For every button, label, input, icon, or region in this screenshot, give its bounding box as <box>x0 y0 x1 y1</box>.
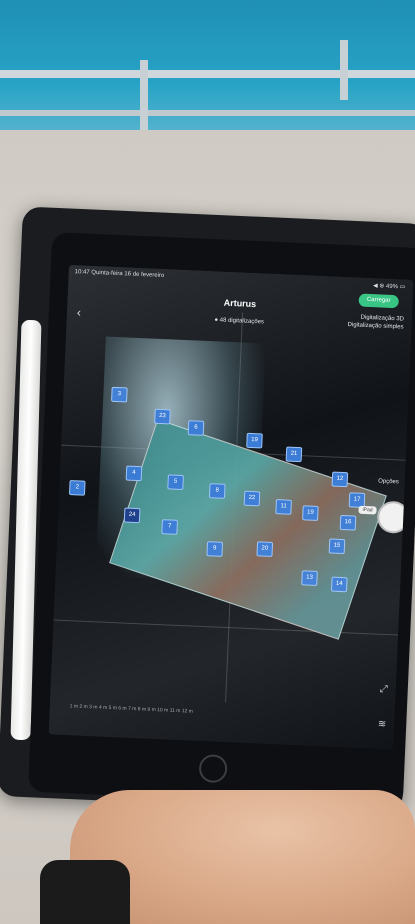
capture-button[interactable] <box>376 500 410 534</box>
scan-marker[interactable]: 8 <box>208 483 226 499</box>
upload-button[interactable]: Carregar <box>358 293 399 309</box>
scan-marker[interactable]: 3 <box>111 386 128 403</box>
scan-marker[interactable]: 7 <box>161 519 178 535</box>
scan-marker[interactable]: 4 <box>125 465 143 482</box>
scan-marker[interactable]: 9 <box>206 541 224 557</box>
status-battery: ◀ ⊛ 49% ▭ <box>372 283 406 291</box>
status-time: 10:47 Quinta-feira 16 de fevereiro <box>74 269 165 280</box>
scan-marker[interactable]: 13 <box>301 570 318 586</box>
scan-marker[interactable]: 12 <box>331 471 349 488</box>
scan-marker[interactable]: 15 <box>328 538 346 555</box>
scan-marker[interactable]: 16 <box>339 514 357 531</box>
scan-marker[interactable]: 5 <box>167 474 184 491</box>
tablet-device: 10:47 Quinta-feira 16 de fevereiro ◀ ⊛ 4… <box>27 232 415 808</box>
scan-marker[interactable]: 14 <box>330 576 348 593</box>
scale-bar: 1 m 2 m 3 m 4 m 5 m 6 m 7 m 8 m 9 m 10 m… <box>69 703 194 715</box>
grid-line <box>53 619 399 636</box>
scan-marker[interactable]: 24 <box>123 507 141 524</box>
scan-marker[interactable]: 11 <box>275 499 292 515</box>
scan-marker[interactable]: 23 <box>154 408 171 425</box>
photo-scene: 10:47 Quinta-feira 16 de fevereiro ◀ ⊛ 4… <box>0 0 415 924</box>
layers-icon[interactable]: ≋ <box>378 719 387 730</box>
device-tag: iPad <box>358 505 377 515</box>
scan-marker[interactable]: 19 <box>302 505 319 521</box>
measure-icon[interactable]: ⤢ <box>380 684 388 695</box>
tablet-screen: 10:47 Quinta-feira 16 de fevereiro ◀ ⊛ 4… <box>48 264 414 750</box>
options-label[interactable]: Opções <box>378 479 399 486</box>
scan-marker[interactable]: 22 <box>243 490 261 507</box>
scan-option-simple[interactable]: Digitalização simples <box>347 321 403 331</box>
scan-options: Digitalização 3D Digitalização simples <box>347 313 404 331</box>
scan-marker[interactable]: 21 <box>285 446 303 463</box>
home-button[interactable] <box>198 754 228 784</box>
scan-marker[interactable]: 6 <box>187 420 205 436</box>
scan-marker[interactable]: 2 <box>68 480 86 496</box>
scan-marker[interactable]: 20 <box>256 541 274 557</box>
scan-marker[interactable]: 19 <box>246 432 263 449</box>
wristwatch <box>40 860 130 924</box>
